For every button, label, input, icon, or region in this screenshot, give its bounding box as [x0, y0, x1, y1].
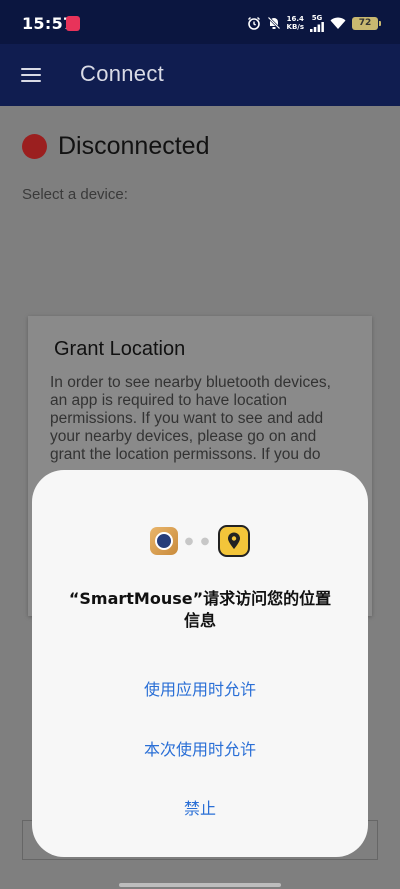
connection-status: Disconnected [22, 132, 209, 161]
deny-button[interactable]: 禁止 [62, 795, 338, 819]
app-bar: Connect [0, 44, 400, 106]
permission-icons: ● ● [32, 525, 368, 557]
grant-location-body: In order to see nearby bluetooth devices… [50, 374, 331, 463]
battery-indicator: 72 [352, 16, 381, 30]
select-device-label: Select a device: [22, 186, 128, 203]
status-icons: 16.4 KB/s 5G 72 [247, 13, 381, 33]
wifi-icon [330, 17, 346, 29]
grant-location-title: Grant Location [54, 338, 186, 360]
page-title: Connect [80, 61, 165, 86]
location-pin-icon [218, 525, 250, 557]
home-indicator[interactable] [119, 883, 281, 887]
status-indicator-dot [22, 134, 47, 159]
allow-while-using-button[interactable]: 使用应用时允许 [62, 676, 338, 700]
menu-icon[interactable] [21, 68, 41, 82]
notification-app-icon [66, 16, 80, 31]
permission-sheet: ● ● “SmartMouse”请求访问您的位置信息 使用应用时允许 本次使用时… [32, 470, 368, 857]
cellular-signal: 5G [310, 14, 324, 32]
connection-status-text: Disconnected [58, 132, 210, 160]
allow-this-time-button[interactable]: 本次使用时允许 [62, 736, 338, 760]
mute-bell-icon [267, 16, 280, 30]
permission-title: “SmartMouse”请求访问您的位置信息 [68, 589, 332, 630]
alarm-icon [247, 17, 260, 30]
smartmouse-app-icon [150, 527, 178, 555]
connector-dots: ● ● [184, 535, 212, 547]
status-bar: 15:57 16.4 KB/s 5G 72 [0, 0, 400, 44]
signal-bars-icon [310, 22, 324, 32]
network-speed: 16.4 KB/s [286, 15, 304, 31]
